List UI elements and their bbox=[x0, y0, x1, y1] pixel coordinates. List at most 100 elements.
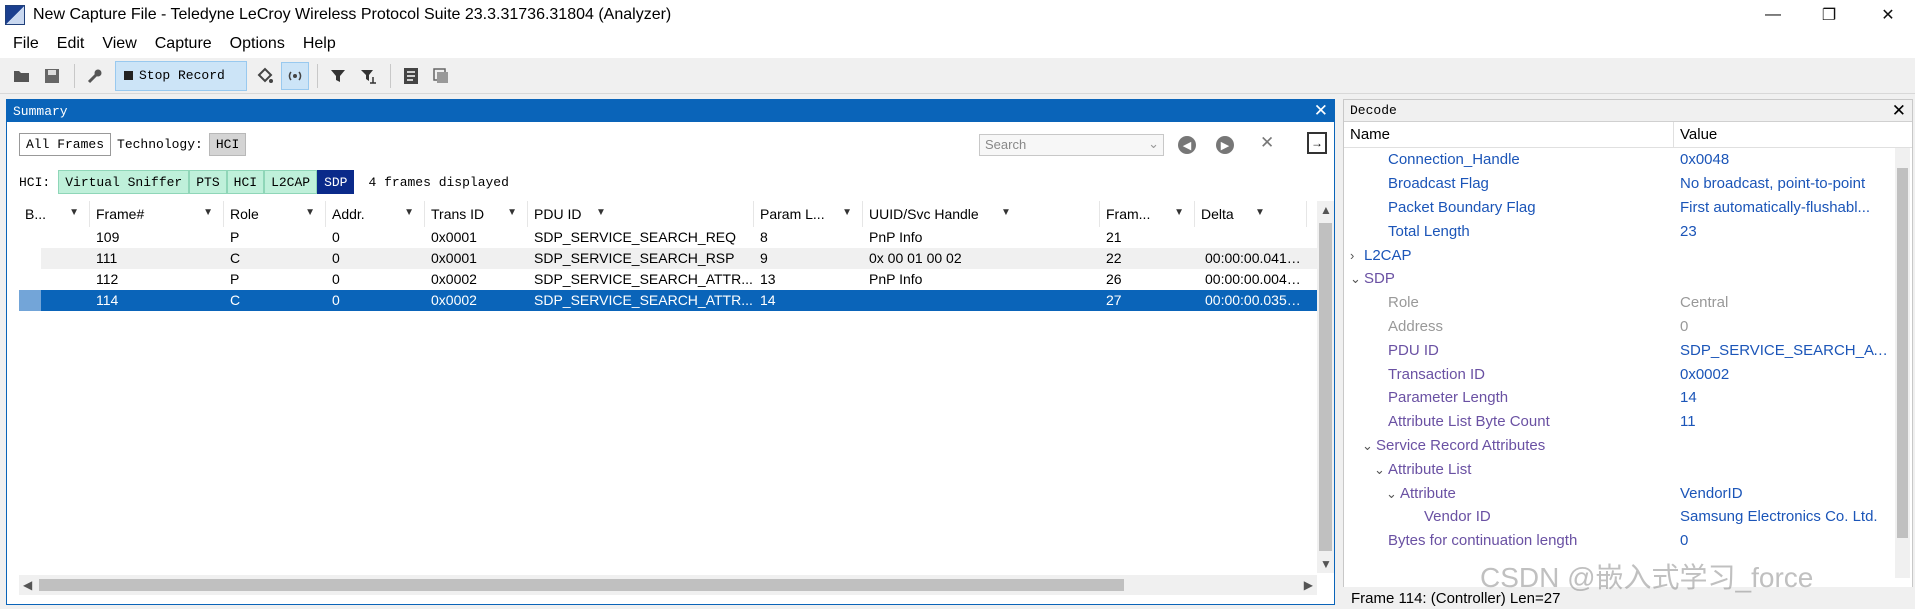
decode-row[interactable]: Packet Boundary Flag First automatically-… bbox=[1344, 196, 1912, 220]
search-input[interactable]: Search ⌄ bbox=[979, 134, 1164, 156]
menu-options[interactable]: Options bbox=[221, 35, 294, 53]
decode-row[interactable]: Vendor ID Samsung Electronics Co. Ltd. bbox=[1344, 505, 1912, 529]
table-row[interactable]: 111 C 0 0x0001 SDP_SERVICE_SEARCH_RSP 9 0x 00 … bbox=[19, 248, 1322, 269]
bookmark-cell[interactable] bbox=[19, 269, 90, 290]
menu-help[interactable]: Help bbox=[294, 35, 345, 53]
chevron-down-icon[interactable]: ⌄ bbox=[1148, 136, 1159, 152]
decode-row[interactable]: Address 0 bbox=[1344, 315, 1912, 339]
decode-row[interactable]: Total Length 23 bbox=[1344, 219, 1912, 243]
maximize-button[interactable]: ❐ bbox=[1806, 0, 1852, 29]
open-folder-icon[interactable] bbox=[8, 62, 36, 90]
column-header-trans-id[interactable]: Trans ID ▼ bbox=[425, 201, 528, 227]
chevron-down-icon[interactable]: ⌄ bbox=[1350, 271, 1364, 287]
scroll-left-icon[interactable]: ◀ bbox=[23, 578, 32, 592]
copy-icon[interactable] bbox=[427, 62, 455, 90]
value-column-header[interactable]: Value bbox=[1674, 126, 1717, 143]
watermark: CSDN @嵌入式学习_force bbox=[1480, 562, 1814, 593]
wrench-icon[interactable] bbox=[81, 62, 109, 90]
minimize-button[interactable]: — bbox=[1750, 0, 1796, 29]
save-icon[interactable] bbox=[38, 62, 66, 90]
decode-row[interactable]: Role Central bbox=[1344, 291, 1912, 315]
decode-field-name: Packet Boundary Flag bbox=[1344, 199, 1674, 216]
menu-file[interactable]: File bbox=[4, 35, 48, 53]
scroll-thumb[interactable] bbox=[1897, 168, 1908, 538]
filter-edit-icon[interactable] bbox=[354, 62, 382, 90]
column-header-b[interactable]: B... ▼ bbox=[19, 201, 90, 227]
decode-row[interactable]: Parameter Length 14 bbox=[1344, 386, 1912, 410]
table-row[interactable]: 112 P 0 0x0002 SDP_SERVICE_SEARCH_ATTR... 13 P… bbox=[19, 269, 1322, 290]
decode-field-value: Samsung Electronics Co. Ltd. bbox=[1680, 508, 1878, 526]
close-icon[interactable]: ✕ bbox=[1892, 101, 1906, 121]
decode-field-label: Service Record Attributes bbox=[1376, 436, 1546, 454]
table-row[interactable]: 109 P 0 0x0001 SDP_SERVICE_SEARCH_REQ 8 PnP In… bbox=[19, 227, 1322, 248]
column-header-pdu-id[interactable]: PDU ID ▼ bbox=[528, 201, 754, 227]
column-header-fram[interactable]: Fram... ▼ bbox=[1100, 201, 1195, 227]
filter-icon[interactable] bbox=[324, 62, 352, 90]
scroll-thumb[interactable] bbox=[39, 579, 1124, 591]
bookmark-cell[interactable] bbox=[19, 290, 90, 311]
decode-row[interactable]: ⌄ Attribute List bbox=[1344, 457, 1912, 481]
chevron-down-icon[interactable]: ⌄ bbox=[1386, 486, 1400, 502]
decode-field-label: Total Length bbox=[1388, 222, 1470, 240]
menu-edit[interactable]: Edit bbox=[48, 35, 94, 53]
menu-capture[interactable]: Capture bbox=[146, 35, 221, 53]
column-header-role[interactable]: Role ▼ bbox=[224, 201, 326, 227]
table-row[interactable]: 114 C 0 0x0002 SDP_SERVICE_SEARCH_ATTR... 14 2… bbox=[19, 290, 1322, 311]
radio-icon[interactable] bbox=[281, 61, 309, 90]
scroll-down-icon[interactable]: ▼ bbox=[1320, 557, 1332, 571]
toolbar-separator bbox=[74, 63, 75, 88]
clear-search-icon[interactable]: ✕ bbox=[1260, 133, 1274, 153]
name-column-header[interactable]: Name bbox=[1344, 121, 1674, 148]
decode-field-name: Bytes for continuation length bbox=[1344, 532, 1674, 549]
close-icon[interactable]: ✕ bbox=[1314, 101, 1328, 121]
decode-row[interactable]: Bytes for continuation length 0 bbox=[1344, 529, 1912, 553]
bookmark-cell[interactable] bbox=[19, 227, 90, 248]
all-frames-button[interactable]: All Frames bbox=[19, 132, 112, 156]
sort-arrow-icon: ▼ bbox=[507, 207, 517, 218]
export-icon[interactable]: → bbox=[1307, 132, 1327, 154]
column-header-param-len[interactable]: Param L... ▼ bbox=[754, 201, 863, 227]
bookmark-cell[interactable] bbox=[19, 248, 90, 269]
hci-label: HCI: bbox=[19, 174, 51, 190]
column-header-delta[interactable]: Delta ▼ bbox=[1195, 201, 1307, 227]
decode-row[interactable]: Broadcast Flag No broadcast, point-to-poi… bbox=[1344, 172, 1912, 196]
chevron-down-icon[interactable]: ⌄ bbox=[1374, 462, 1388, 478]
fill-icon[interactable] bbox=[251, 62, 279, 90]
search-next-icon[interactable]: ▶ bbox=[1216, 136, 1234, 154]
decode-row[interactable]: PDU ID SDP_SERVICE_SEARCH_ATT... bbox=[1344, 338, 1912, 362]
decode-row[interactable]: Attribute List Byte Count 11 bbox=[1344, 410, 1912, 434]
column-header-frame[interactable]: Frame# ▼ bbox=[90, 201, 224, 227]
protocol-chip-pts[interactable]: PTS bbox=[189, 170, 227, 194]
vertical-scrollbar[interactable]: ▲ ▼ bbox=[1317, 201, 1334, 573]
menu-view[interactable]: View bbox=[93, 35, 145, 53]
decode-row[interactable]: Connection_Handle 0x0048 bbox=[1344, 148, 1912, 172]
protocol-chip-l2cap[interactable]: L2CAP bbox=[264, 170, 318, 194]
decode-row[interactable]: ⌄ SDP bbox=[1344, 267, 1912, 291]
decode-row[interactable]: Transaction ID 0x0002 bbox=[1344, 362, 1912, 386]
chevron-right-icon[interactable]: › bbox=[1350, 248, 1364, 263]
search-previous-icon[interactable]: ◀ bbox=[1178, 136, 1196, 154]
horizontal-scrollbar[interactable]: ◀ ▶ bbox=[19, 575, 1317, 595]
cell-role: P bbox=[230, 271, 240, 287]
decode-field-value: SDP_SERVICE_SEARCH_ATT... bbox=[1680, 341, 1894, 359]
decode-row[interactable]: ⌄ Attribute VendorID bbox=[1344, 481, 1912, 505]
decode-row[interactable]: ⌄ Service Record Attributes bbox=[1344, 434, 1912, 458]
scroll-thumb[interactable] bbox=[1319, 223, 1332, 551]
cell-pdu-id: SDP_SERVICE_SEARCH_ATTR... bbox=[534, 292, 753, 308]
scroll-right-icon[interactable]: ▶ bbox=[1304, 578, 1313, 592]
protocol-chip-virtual-sniffer[interactable]: Virtual Sniffer bbox=[58, 170, 190, 194]
stop-record-button[interactable]: Stop Record bbox=[115, 60, 247, 91]
notes-icon[interactable] bbox=[397, 62, 425, 90]
chevron-down-icon[interactable]: ⌄ bbox=[1362, 438, 1376, 454]
decode-tree: Connection_Handle 0x0048 Broadcast Flag No … bbox=[1344, 148, 1912, 553]
protocol-chip-hci[interactable]: HCI bbox=[226, 170, 265, 194]
decode-row[interactable]: › L2CAP bbox=[1344, 243, 1912, 267]
close-button[interactable]: ✕ bbox=[1865, 0, 1911, 29]
scroll-up-icon[interactable]: ▲ bbox=[1320, 203, 1332, 217]
sort-arrow-icon: ▼ bbox=[305, 207, 315, 218]
column-header-addr[interactable]: Addr. ▼ bbox=[326, 201, 425, 227]
technology-select[interactable]: HCI bbox=[208, 132, 247, 156]
decode-vertical-scrollbar[interactable] bbox=[1895, 148, 1910, 578]
column-header-uuid[interactable]: UUID/Svc Handle ▼ bbox=[863, 201, 1100, 227]
protocol-chip-sdp[interactable]: SDP bbox=[317, 170, 355, 194]
